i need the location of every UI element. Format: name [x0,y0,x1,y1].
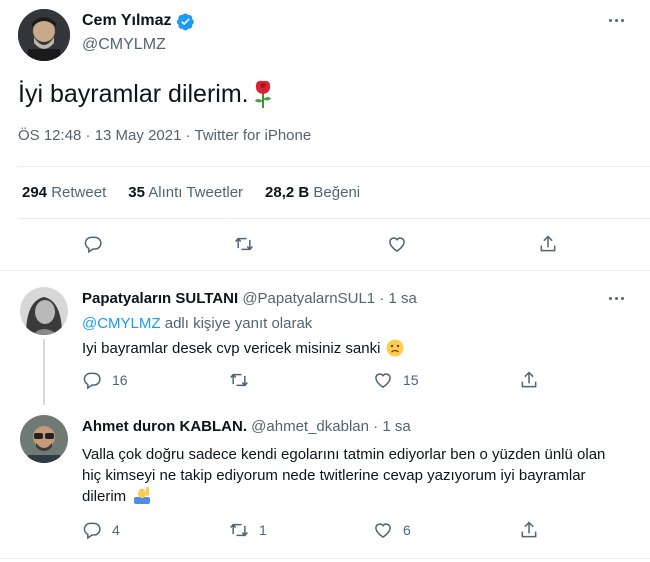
reply-count: 4 [112,522,120,538]
like-stat[interactable]: 28,2 B Beğeni [265,184,360,201]
like-button[interactable]: 6 [373,520,411,540]
reply-handle[interactable]: @PapatyalarnSUL1 [242,290,375,307]
like-count: 15 [403,372,419,388]
like-button[interactable] [387,234,407,254]
author-name[interactable]: Cem Yılmaz [82,12,172,30]
like-count: 28,2 B [265,184,310,201]
reply-header: Papatyaların SULTANI @PapatyalarnSUL1 · … [82,290,417,307]
replying-to-handle[interactable]: @CMYLMZ [82,315,161,332]
more-icon[interactable] [606,10,626,30]
retweet-button[interactable] [229,370,259,390]
separator-dot: · [373,418,379,435]
tweet-text-body: İyi bayramlar dilerim. [18,80,249,108]
like-icon [389,237,405,252]
share-button[interactable] [519,520,539,540]
reply-handle[interactable]: @ahmet_dkablan [251,418,369,435]
divider [18,166,650,167]
retweet-icon [235,237,253,251]
more-icon[interactable] [606,288,626,308]
retweet-count: 1 [259,522,267,538]
retweet-button[interactable]: 1 [229,520,267,540]
avatar-reply-2[interactable] [20,415,68,463]
tweet-meta[interactable]: ÖS 12:48 · 13 May 2021 · Twitter for iPh… [18,127,311,144]
reply-icon [83,372,101,390]
share-icon [521,521,537,538]
reply-text: Valla çok doğru sadece kendi egolarını t… [82,444,622,507]
reply-header: Ahmet duron KABLAN. @ahmet_dkablan · 1 s… [82,418,411,435]
reply-icon [83,522,101,540]
tweet-text: İyi bayramlar dilerim. [18,78,274,110]
thread-line [43,339,45,405]
separator-dot: · [379,290,385,307]
reply-text-body: Valla çok doğru sadece kendi egolarını t… [82,446,606,505]
divider [0,270,650,271]
share-icon [540,235,556,252]
quote-label: Alıntı Tweetler [148,184,244,201]
reply-time[interactable]: 1 sa [388,290,416,307]
person-raising-hand-icon [134,487,151,504]
quote-stat[interactable]: 35 Alıntı Tweetler [128,184,243,201]
author-handle[interactable]: @CMYLMZ [82,36,166,54]
divider [18,218,650,219]
retweet-stat[interactable]: 294 Retweet [22,184,106,201]
retweet-icon [230,373,248,387]
reply-icon [84,236,102,254]
reply-button[interactable] [83,234,103,254]
reply-time[interactable]: 1 sa [382,418,410,435]
like-label: Beğeni [313,184,361,201]
share-button[interactable] [519,370,539,390]
reply-text-body: Iyi bayramlar desek cvp vericek misiniz … [82,339,381,357]
verified-badge-icon [176,13,194,31]
divider [0,558,650,559]
share-button[interactable] [538,234,558,254]
like-count: 6 [403,522,411,538]
quote-count: 35 [128,184,145,201]
reply-count: 16 [112,372,128,388]
reply-author-name[interactable]: Papatyaların SULTANI [82,290,238,307]
avatar-main[interactable] [18,9,70,61]
rose-icon [254,80,271,108]
like-icon [375,523,391,538]
like-icon [375,373,391,388]
share-icon [521,371,537,388]
retweet-icon [230,523,248,537]
retweet-label: Retweet [51,184,107,201]
reply-author-name[interactable]: Ahmet duron KABLAN. [82,418,247,435]
reply-button[interactable]: 16 [82,370,128,390]
tweet-stats: 294 Retweet 35 Alıntı Tweetler 28,2 B Be… [22,184,360,201]
retweet-count: 294 [22,184,48,201]
replying-to: @CMYLMZ adlı kişiye yanıt olarak [82,315,312,332]
retweet-button[interactable] [234,234,254,254]
replying-to-suffix: adlı kişiye yanıt olarak [164,315,313,332]
frowning-face-icon [386,339,404,357]
reply-button[interactable]: 4 [82,520,120,540]
avatar-reply-1[interactable] [20,287,68,335]
reply-text: Iyi bayramlar desek cvp vericek misiniz … [82,339,404,357]
like-button[interactable]: 15 [373,370,419,390]
